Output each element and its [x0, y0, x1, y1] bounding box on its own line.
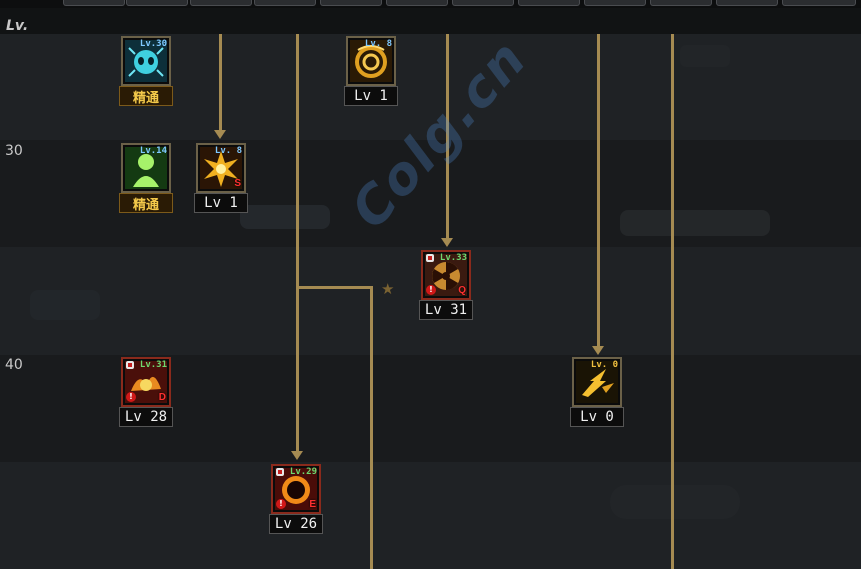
- connector-line: [597, 34, 600, 347]
- skill-icon[interactable]: Lv.31 ! D: [121, 357, 171, 407]
- tab-5[interactable]: [320, 0, 382, 6]
- skill-caption: Lv 1: [194, 193, 248, 213]
- connector-arrow: [291, 451, 303, 460]
- connector-line: [370, 286, 373, 569]
- tab-7[interactable]: [452, 0, 514, 6]
- skill-icon[interactable]: Lv. 0: [572, 357, 622, 407]
- skill-caption: 精通: [119, 86, 173, 106]
- skill-level-requirement: Lv.29: [289, 467, 317, 477]
- skill-caption: Lv 31: [419, 300, 473, 320]
- skill-icon[interactable]: Lv. 8: [346, 36, 396, 86]
- top-tab-strip: [0, 0, 861, 8]
- connector-arrow: [441, 238, 453, 247]
- tab-1[interactable]: [63, 0, 125, 6]
- tab-8[interactable]: [518, 0, 580, 6]
- connector-line: [671, 34, 674, 569]
- skill-slot-2[interactable]: Lv. 8 Lv 1: [344, 36, 398, 106]
- skill-slot-4[interactable]: Lv. 8 S Lv 1: [194, 143, 248, 213]
- skill-caption: Lv 26: [269, 514, 323, 534]
- tab-10[interactable]: [650, 0, 712, 6]
- skill-level-requirement: Lv. 8: [214, 146, 242, 156]
- skill-icon[interactable]: Lv.14: [121, 143, 171, 193]
- lock-icon: [276, 468, 284, 476]
- skill-level-requirement: Lv. 8: [364, 39, 392, 49]
- skill-level-requirement: Lv. 0: [590, 360, 618, 370]
- hotkey-label: S: [234, 178, 241, 189]
- level-column-header: Lv.: [6, 18, 29, 34]
- hotkey-label: D: [158, 392, 166, 403]
- tab-9[interactable]: [584, 0, 646, 6]
- level-marker-30: 30: [5, 143, 23, 159]
- tab-6[interactable]: [386, 0, 448, 6]
- skill-icon[interactable]: Lv. 8 S: [196, 143, 246, 193]
- hotkey-label: E: [309, 499, 316, 510]
- hotkey-label: Q: [458, 285, 466, 296]
- connector-line: [219, 34, 222, 132]
- connector-line: [296, 34, 299, 451]
- skill-slot-6[interactable]: Lv.31 ! D Lv 28: [119, 357, 173, 427]
- tab-12[interactable]: [782, 0, 856, 6]
- lock-icon: [126, 361, 134, 369]
- skill-icon[interactable]: Lv.29 ! E: [271, 464, 321, 514]
- skill-icon[interactable]: Lv.30: [121, 36, 171, 86]
- skill-caption: 精通: [119, 193, 173, 213]
- skill-level-requirement: Lv.31: [139, 360, 167, 370]
- skill-slot-7[interactable]: Lv. 0 Lv 0: [570, 357, 624, 427]
- skill-slot-5[interactable]: Lv.33 ! Q Lv 31: [419, 250, 473, 320]
- connector-arrow: [592, 346, 604, 355]
- connector-line: [298, 286, 373, 289]
- star-icon: ★: [381, 280, 395, 298]
- skill-caption: Lv 0: [570, 407, 624, 427]
- tab-11[interactable]: [716, 0, 778, 6]
- level-marker-40: 40: [5, 357, 23, 373]
- skill-caption: Lv 28: [119, 407, 173, 427]
- tab-2[interactable]: [126, 0, 188, 6]
- skill-level-requirement: Lv.30: [139, 39, 167, 49]
- skill-icon[interactable]: Lv.33 ! Q: [421, 250, 471, 300]
- skill-caption: Lv 1: [344, 86, 398, 106]
- skill-level-requirement: Lv.14: [139, 146, 167, 156]
- warning-icon: !: [426, 285, 436, 295]
- tab-3[interactable]: [190, 0, 252, 6]
- tab-4[interactable]: [254, 0, 316, 6]
- skill-slot-mastery-2[interactable]: Lv.14 精通: [119, 143, 173, 213]
- connector-arrow: [214, 130, 226, 139]
- level-header-row: Lv.: [0, 8, 861, 34]
- skill-slot-8[interactable]: Lv.29 ! E Lv 26: [269, 464, 323, 534]
- warning-icon: !: [126, 392, 136, 402]
- skill-slot-mastery-1[interactable]: Lv.30 精通: [119, 36, 173, 106]
- skill-level-requirement: Lv.33: [439, 253, 467, 263]
- warning-icon: !: [276, 499, 286, 509]
- lock-icon: [426, 254, 434, 262]
